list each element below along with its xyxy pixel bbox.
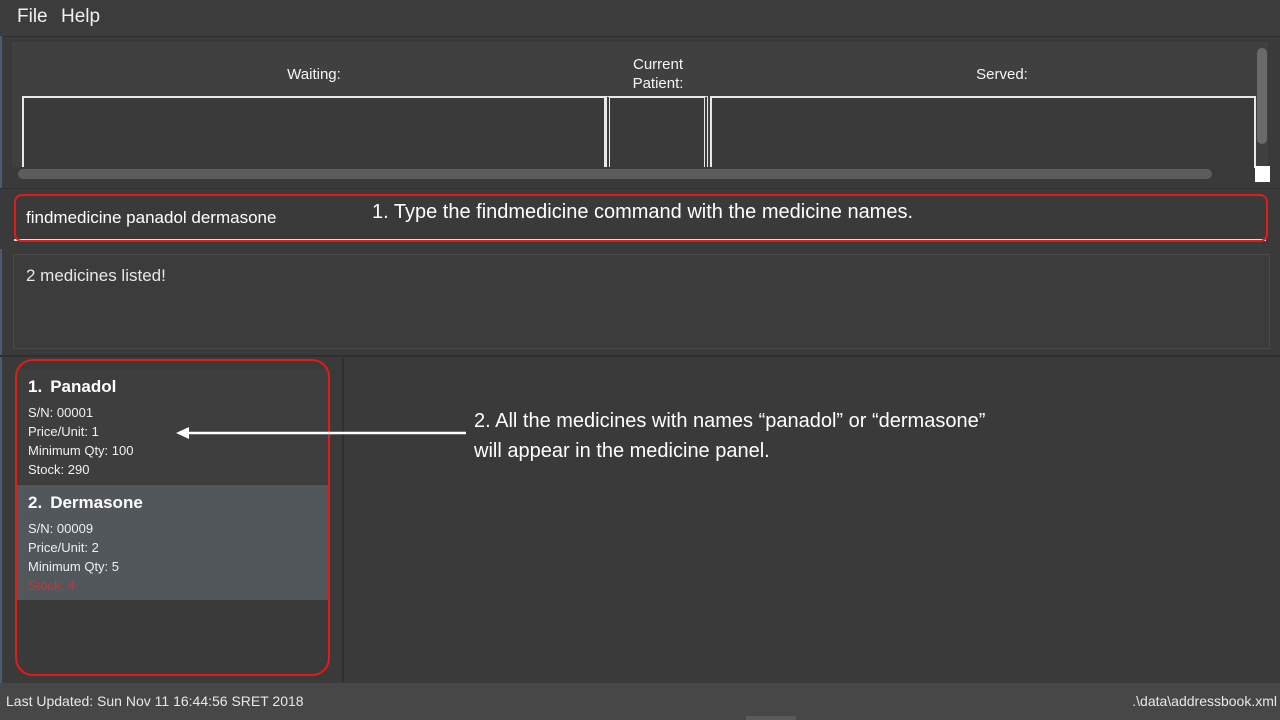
medicine-name-row: 1. Panadol [28,377,317,397]
annotation-step-1: 1. Type the findmedicine command with th… [372,201,914,223]
medicine-index: 2. [28,493,43,512]
menu-help[interactable]: Help [61,6,100,28]
medicine-price: Price/Unit: 2 [28,540,99,555]
annotation-step-2: 2. All the medicines with names “panadol… [474,406,985,466]
queue-panel: Waiting: Current Patient: Served: [12,42,1268,168]
medicine-min-qty: Minimum Qty: 5 [28,559,120,574]
waiting-list[interactable] [22,96,606,168]
arrow-left-icon [176,427,466,439]
medicine-serial: S/N: 00009 [28,521,94,536]
annotation-step-2-line-2: will appear in the medicine panel. [474,440,770,462]
medicine-card[interactable]: 2. Dermasone S/N: 00009 Price/Unit: 2 Min… [15,485,330,600]
medicine-min-qty: Minimum Qty: 100 [28,443,134,458]
last-updated-status: Last Updated: Sun Nov 11 16:44:56 SRET 2… [6,693,304,709]
result-text: 2 medicines listed! [26,266,166,285]
medicine-name: Panadol [50,377,117,396]
medicine-serial: S/N: 00001 [28,405,94,420]
medicine-index: 1. [28,377,43,396]
current-patient-box[interactable] [606,96,708,168]
medicine-name-row: 2. Dermasone [28,493,317,513]
taskbar-fragment [746,716,796,720]
served-list[interactable] [710,96,1256,168]
medicine-stock: Stock: 290 [28,462,90,477]
medicine-stock-low: Stock: 4 [28,578,75,593]
split-pane-divider[interactable] [342,358,344,682]
vertical-scroll-thumb[interactable] [1257,48,1267,144]
result-display [13,254,1270,349]
medicine-name: Dermasone [50,493,143,512]
menu-file[interactable]: File [17,6,48,28]
menu-bar: File Help [0,0,1280,37]
scroll-corner [1255,166,1270,182]
horizontal-scroll-thumb[interactable] [18,169,1212,179]
save-location-status: .\data\addressbook.xml [1132,693,1277,709]
panel-divider [0,355,1280,357]
served-header: Served: [976,66,1028,83]
window-edge [0,36,2,683]
waiting-header: Waiting: [287,66,341,83]
annotation-step-2-line-1: 2. All the medicines with names “panadol… [474,410,986,432]
current-patient-header: Current Patient: [632,56,684,92]
